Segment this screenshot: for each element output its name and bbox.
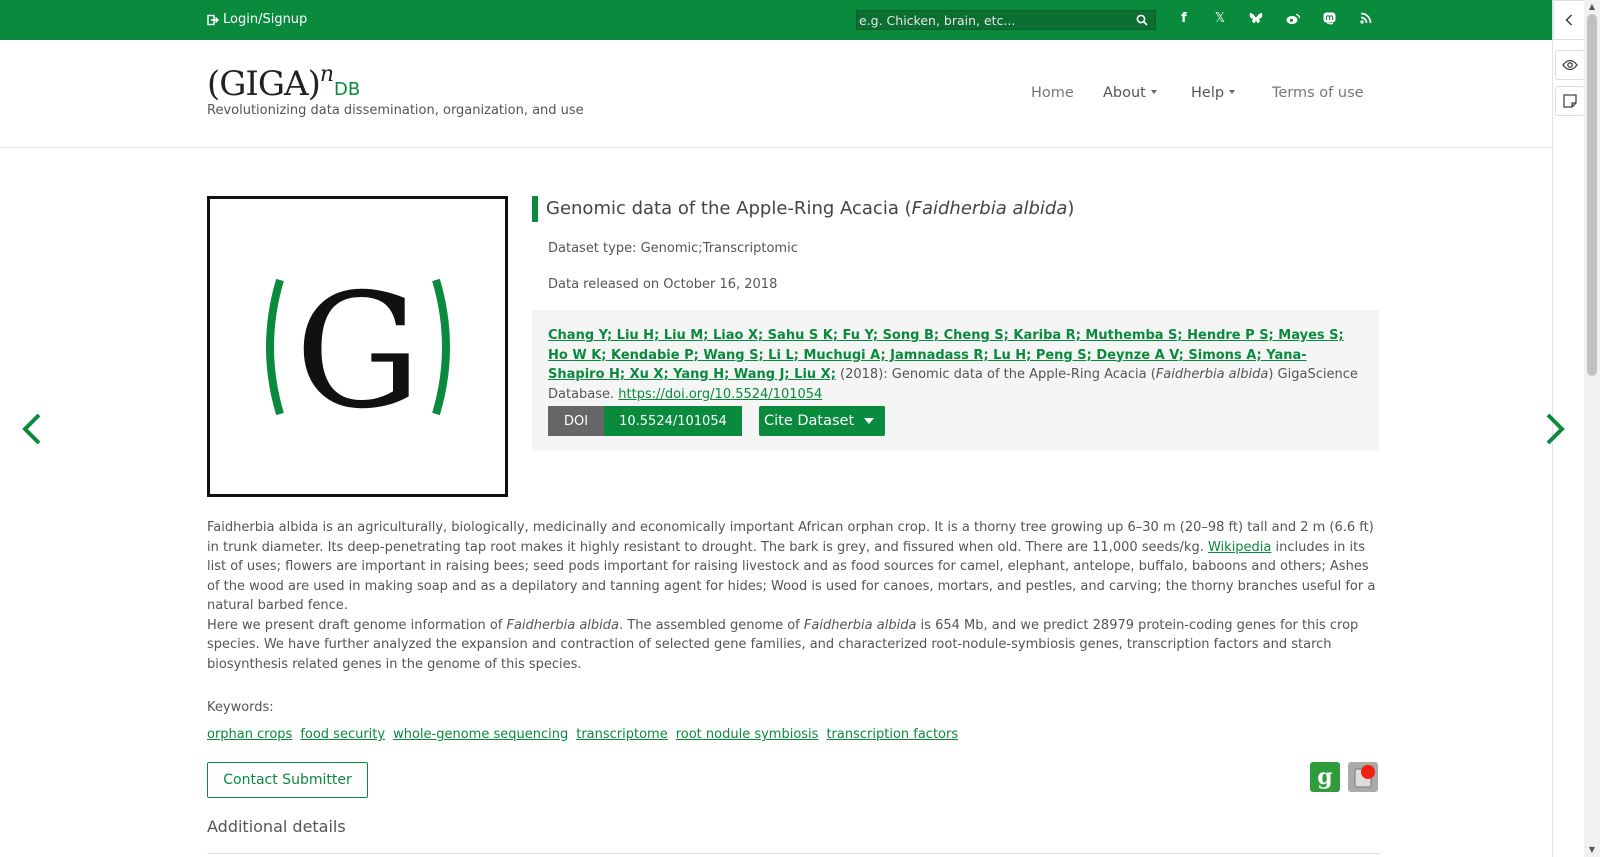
- dataset-image: G: [207, 196, 508, 497]
- description-paragraph-1: Faidherbia albida is an agriculturally, …: [207, 518, 1379, 616]
- previous-dataset-arrow[interactable]: [22, 413, 42, 445]
- contact-submitter-button[interactable]: Contact Submitter: [207, 762, 368, 798]
- description-text: Faidherbia albida is an agriculturally, …: [207, 520, 1374, 555]
- keyword-link[interactable]: transcriptome: [576, 727, 668, 742]
- species-name: Faidherbia albida: [506, 617, 619, 633]
- citation-year: (2018): Genomic data of the Apple-Ring A…: [835, 367, 1156, 382]
- search-box: [856, 10, 1156, 30]
- cite-dropdown-toggle[interactable]: [853, 406, 885, 436]
- europe-pmc-icon[interactable]: [1348, 762, 1378, 792]
- keyword-link[interactable]: food security: [300, 727, 385, 742]
- cite-dataset-button[interactable]: Cite Dataset: [759, 406, 885, 436]
- citation-panel: Chang Y; Liu H; Liu M; Liao X; Sahu S K;…: [532, 310, 1379, 451]
- citation-species: Faidherbia albida: [1155, 367, 1269, 382]
- keywords-label: Keywords:: [207, 700, 274, 715]
- description-text: . The assembled genome of: [619, 617, 804, 633]
- badge-dot: [1361, 765, 1375, 779]
- doi-url-link[interactable]: https://doi.org/10.5524/101054: [618, 387, 822, 402]
- doi-value: 10.5524/101054: [604, 406, 742, 436]
- title-suffix: ): [1067, 198, 1075, 219]
- mastodon-icon[interactable]: [1323, 12, 1341, 30]
- dataset-description: Faidherbia albida is an agriculturally, …: [207, 518, 1379, 674]
- search-input[interactable]: [857, 12, 1129, 28]
- additional-details-heading: Additional details: [207, 817, 346, 836]
- login-signup-link[interactable]: Login/Signup: [207, 12, 307, 27]
- search-button[interactable]: [1129, 11, 1155, 29]
- nav-home[interactable]: Home: [1031, 85, 1074, 101]
- giga-g-logo-icon: G: [265, 272, 450, 422]
- logo-superscript: n: [319, 62, 335, 87]
- svg-text:G: G: [294, 272, 420, 422]
- caret-down-icon: [1229, 90, 1236, 94]
- google-scholar-icon[interactable]: g: [1310, 762, 1340, 792]
- doi-label: DOI: [548, 406, 604, 436]
- next-dataset-arrow[interactable]: [1545, 413, 1565, 445]
- keyword-link[interactable]: orphan crops: [207, 727, 292, 742]
- view-toggle-button[interactable]: [1555, 50, 1585, 80]
- x-icon[interactable]: 𝕏: [1211, 11, 1229, 29]
- title-prefix: Genomic data of the Apple-Ring Acacia (: [546, 198, 912, 219]
- rss-icon[interactable]: [1360, 12, 1378, 30]
- scroll-down-arrow[interactable]: ▼: [1586, 845, 1598, 855]
- doi-badge[interactable]: DOI 10.5524/101054: [548, 406, 742, 436]
- dataset-type: Dataset type: Genomic;Transcriptomic: [548, 241, 798, 256]
- logo-db: DB: [334, 79, 361, 100]
- site-header: (GIGA)nDB Revolutionizing data dissemina…: [0, 40, 1552, 148]
- nav-help[interactable]: Help: [1191, 85, 1236, 101]
- weibo-icon[interactable]: [1286, 12, 1304, 30]
- chevron-left-icon: [1565, 14, 1572, 26]
- chevron-right-icon: [1546, 413, 1565, 445]
- site-tagline: Revolutionizing data dissemination, orga…: [207, 103, 584, 118]
- cite-dataset-label: Cite Dataset: [764, 413, 855, 429]
- section-divider: [207, 853, 1379, 854]
- caret-down-icon: [1150, 90, 1157, 94]
- eye-icon: [1562, 59, 1578, 71]
- keyword-link[interactable]: whole-genome sequencing: [393, 727, 568, 742]
- note-icon: [1563, 94, 1577, 108]
- description-text: Here we present draft genome information…: [207, 617, 507, 633]
- nav-about[interactable]: About: [1103, 85, 1157, 101]
- species-name: Faidherbia albida: [803, 617, 917, 633]
- caret-down-icon: [864, 418, 874, 424]
- top-bar: Login/Signup f 𝕏: [0, 0, 1552, 40]
- title-accent-bar: [532, 196, 538, 222]
- chevron-left-icon: [22, 413, 41, 445]
- scrollbar-thumb[interactable]: [1587, 14, 1597, 376]
- description-paragraph-2: Here we present draft genome information…: [207, 616, 1379, 675]
- gigadb-logo[interactable]: (GIGA)nDB: [207, 62, 360, 104]
- dataset-title: Genomic data of the Apple-Ring Acacia (F…: [546, 198, 1074, 219]
- logo-text: (GIGA): [207, 64, 321, 104]
- keyword-link[interactable]: root nodule symbiosis: [676, 727, 819, 742]
- scroll-up-arrow[interactable]: ▲: [1586, 2, 1598, 12]
- keyword-list: orphan crops food security whole-genome …: [207, 727, 958, 742]
- wikipedia-link[interactable]: Wikipedia: [1208, 540, 1271, 555]
- release-date: Data released on October 16, 2018: [548, 277, 778, 292]
- nav-help-label: Help: [1191, 85, 1225, 101]
- collapse-rail-button[interactable]: [1553, 0, 1585, 40]
- bluesky-icon[interactable]: [1249, 12, 1267, 30]
- keyword-link[interactable]: transcription factors: [826, 727, 958, 742]
- facebook-icon[interactable]: f: [1175, 11, 1193, 29]
- search-icon: [1136, 14, 1148, 26]
- nav-about-label: About: [1103, 85, 1146, 101]
- notes-button[interactable]: [1555, 86, 1585, 116]
- citation-text: Chang Y; Liu H; Liu M; Liao X; Sahu S K;…: [548, 326, 1360, 404]
- login-icon: [207, 14, 219, 25]
- title-species: Faidherbia albida: [911, 198, 1068, 219]
- login-label: Login/Signup: [223, 12, 308, 27]
- nav-terms[interactable]: Terms of use: [1272, 85, 1364, 101]
